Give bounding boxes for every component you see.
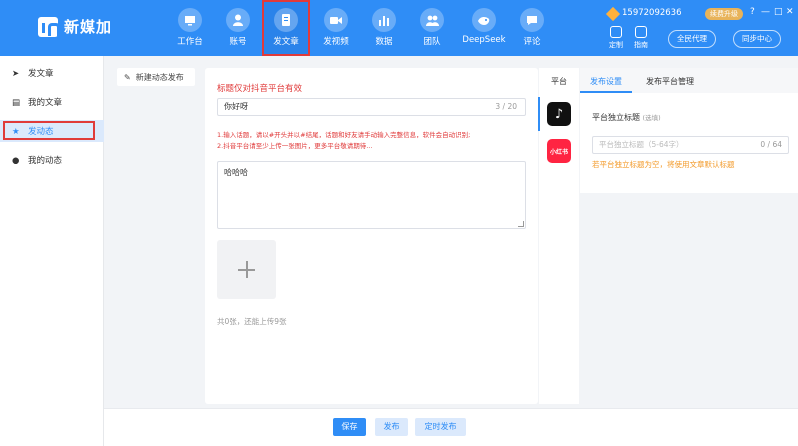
rule-text: 1.输入话题，请以#开头并以#结尾，话题和好友请手动输入完整信息，软件会自动识别… (217, 130, 470, 152)
platform-title: 平台 (551, 77, 567, 86)
vip-diamond-icon (605, 6, 621, 22)
sync-label: 同步中心 (742, 34, 772, 43)
top-bar: 新媒加 工作台 账号 发文章 发视频 数据 团队 DeepSeek 评论 159… (0, 0, 798, 56)
nav-label-data: 数据 (375, 37, 393, 47)
douyin-platform-icon[interactable]: ♪ (547, 102, 571, 126)
tab-platform-management[interactable]: 发布平台管理 (646, 76, 694, 87)
logo-mark-icon (38, 16, 60, 37)
custom-icon (610, 26, 622, 38)
nav-label-workbench: 工作台 (177, 37, 203, 47)
video-icon (324, 8, 348, 32)
guide-icon (635, 26, 647, 38)
send-icon: ➤ (12, 68, 20, 79)
sidebar-item-my-moments[interactable]: ● 我的动态 (0, 149, 104, 171)
new-moment-label: 新建动态发布 (135, 72, 184, 82)
team-icon (420, 8, 444, 32)
independent-title-placeholder: 平台独立标题（5-64字） (599, 140, 684, 149)
help-button[interactable]: ? (750, 7, 755, 17)
independent-title-text: 平台独立标题 (592, 113, 640, 122)
sidebar-label-my-moments: 我的动态 (28, 156, 63, 166)
comment-icon (520, 8, 544, 32)
sidebar-label-publish-article: 发文章 (28, 69, 54, 79)
sidebar: ➤ 发文章 ▤ 我的文章 ★ 发动态 ● 我的动态 (0, 56, 104, 446)
proxy-label: 全民代理 (677, 34, 707, 43)
image-upload-button[interactable] (217, 240, 276, 299)
publish-button[interactable]: 发布 (375, 418, 408, 436)
nav-label-account: 账号 (229, 37, 247, 47)
nav-publish-article[interactable]: 发文章 (262, 0, 310, 56)
content-value: 哈哈哈 (224, 168, 248, 177)
new-moment-button[interactable]: ✎ 新建动态发布 (117, 68, 195, 86)
editor-card (205, 68, 538, 404)
resize-handle[interactable] (518, 221, 524, 227)
tab-publish-settings[interactable]: 发布设置 (590, 76, 622, 87)
minimize-button[interactable]: — (761, 7, 770, 17)
sidebar-item-publish-moment[interactable]: ★ 发动态 (0, 120, 104, 142)
user-icon (226, 8, 250, 32)
nav-comment[interactable]: 评论 (508, 0, 556, 56)
nav-data[interactable]: 数据 (360, 0, 408, 56)
sidebar-item-publish-article[interactable]: ➤ 发文章 (0, 62, 104, 84)
independent-title-count: 0 / 64 (760, 140, 782, 149)
rule-line-1: 1.输入话题，请以#开头并以#结尾，话题和好友请手动输入完整信息，软件会自动识别… (217, 131, 471, 139)
sidebar-label-my-articles: 我的文章 (28, 98, 63, 108)
custom-label: 定制 (609, 41, 623, 49)
upgrade-button[interactable]: 续费升级 (705, 8, 743, 20)
moment-icon: ● (12, 155, 20, 166)
deepseek-whale-icon (472, 8, 496, 32)
guide-button[interactable]: 指南 (629, 26, 653, 50)
bar-chart-icon (372, 8, 396, 32)
xiaohongshu-platform-icon[interactable]: 小红书 (547, 139, 571, 163)
document-icon (274, 8, 298, 32)
rule-line-2: 2.抖音平台请至少上传一张图片，更多平台敬请期待... (217, 142, 373, 150)
nav-label-team: 团队 (423, 37, 441, 47)
guide-label: 指南 (634, 41, 648, 49)
close-button[interactable]: ✕ (786, 7, 794, 17)
sync-center-button[interactable]: 同步中心 (733, 30, 781, 48)
edit-icon: ✎ (124, 72, 131, 82)
sidebar-item-my-articles[interactable]: ▤ 我的文章 (0, 91, 104, 113)
title-warning: 若平台独立标题为空，将使用文章默认标题 (592, 160, 735, 169)
title-value: 你好呀 (224, 102, 248, 111)
title-count: 3 / 20 (495, 102, 517, 111)
active-tab-underline (580, 91, 632, 93)
maximize-button[interactable]: □ (774, 7, 783, 17)
upload-hint: 共0张，还能上传9张 (217, 317, 287, 326)
article-list-icon: ▤ (12, 97, 21, 108)
nav-workbench[interactable]: 工作台 (166, 0, 214, 56)
title-input[interactable]: 你好呀 3 / 20 (217, 98, 526, 116)
independent-title-input[interactable]: 平台独立标题（5-64字） 0 / 64 (592, 136, 789, 154)
monitor-icon (178, 8, 202, 32)
schedule-publish-button[interactable]: 定时发布 (415, 418, 466, 436)
title-hint: 标题仅对抖音平台有效 (217, 84, 303, 94)
nav-account[interactable]: 账号 (214, 0, 262, 56)
independent-title-label: 平台独立标题 (选填) (592, 112, 661, 123)
nav-team[interactable]: 团队 (408, 0, 456, 56)
save-button[interactable]: 保存 (333, 418, 366, 436)
custom-button[interactable]: 定制 (604, 26, 628, 50)
app-logo: 新媒加 (38, 16, 112, 37)
platform-selection-indicator (538, 97, 540, 131)
nav-label-comment: 评论 (523, 37, 541, 47)
nav-deepseek[interactable]: DeepSeek (460, 0, 508, 56)
optional-label: (选填) (642, 114, 661, 122)
app-title: 新媒加 (64, 18, 113, 36)
nav-label-deepseek: DeepSeek (462, 35, 506, 45)
nav-label-publish-video: 发视频 (323, 37, 349, 47)
nav-label-publish-article: 发文章 (273, 37, 299, 47)
content-textarea[interactable]: 哈哈哈 (217, 161, 526, 229)
proxy-button[interactable]: 全民代理 (668, 30, 716, 48)
nav-publish-video[interactable]: 发视频 (312, 0, 360, 56)
active-highlight (3, 121, 95, 140)
user-phone: 15972092636 (622, 8, 682, 18)
